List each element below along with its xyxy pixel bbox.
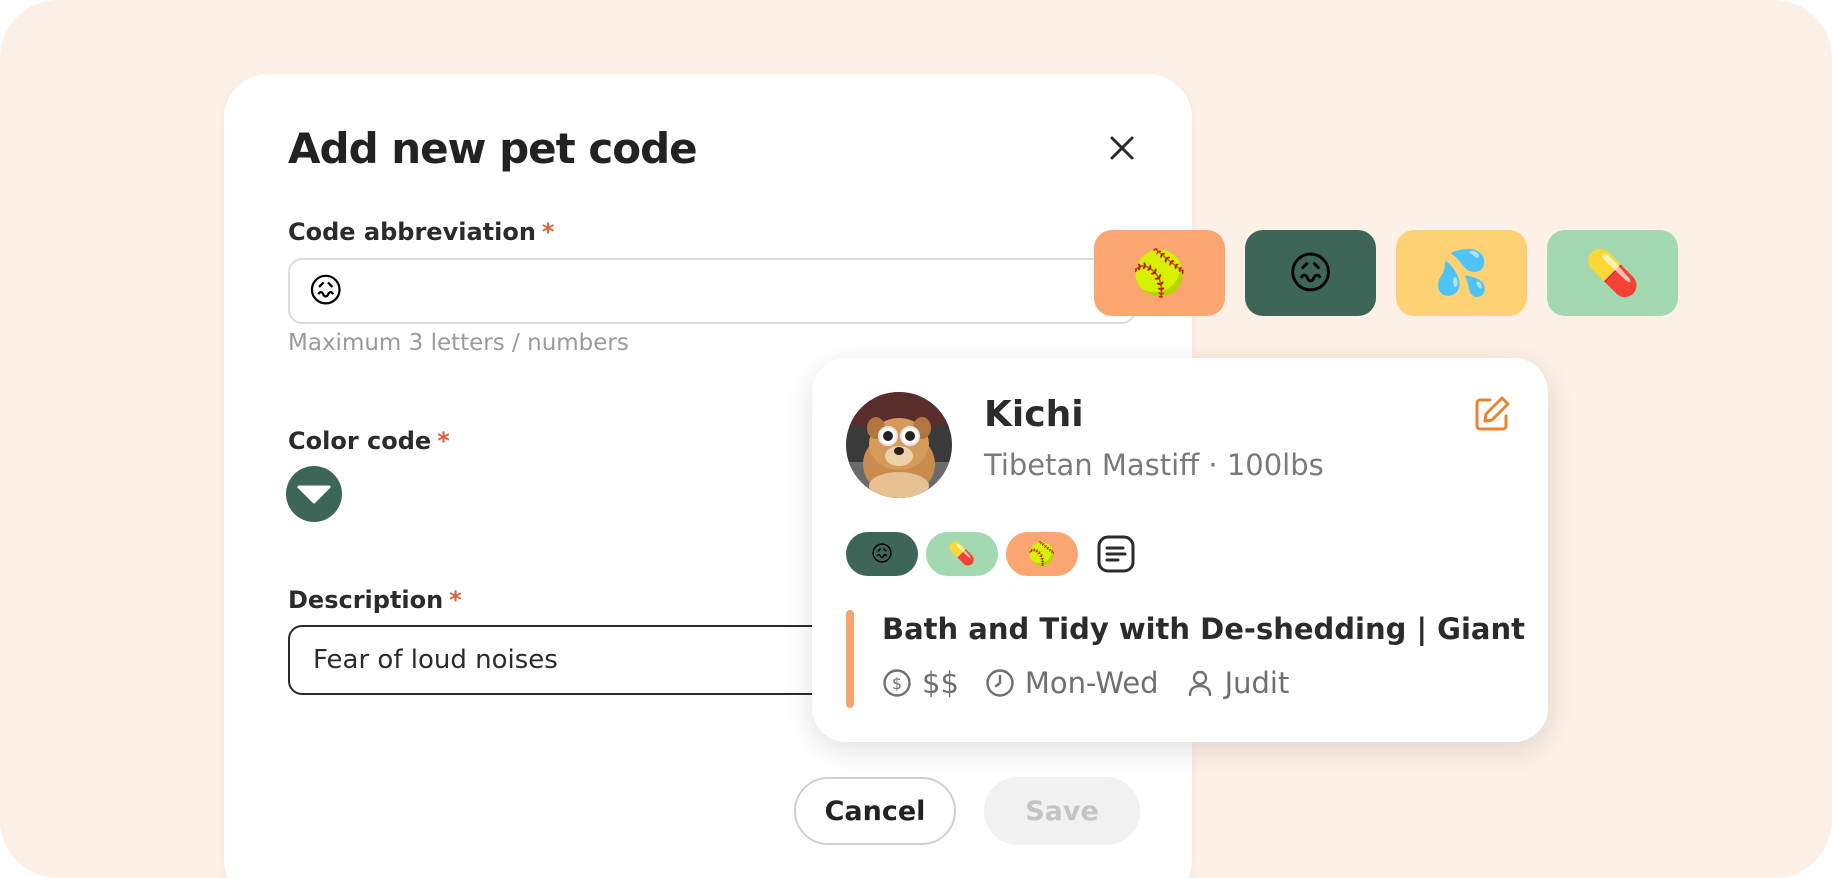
dollar-icon: $ [883,669,911,697]
confounded-face-icon: 😖 [1287,247,1334,299]
notes-button[interactable] [1096,534,1136,574]
description-label: Description * [288,586,462,614]
close-button[interactable] [1102,128,1142,168]
pill-icon: 💊 [1585,248,1640,299]
dog-photo [846,392,952,498]
code-abbreviation-value: 😖 [308,271,344,311]
sweat-droplets-icon: 💦 [1434,248,1489,299]
appointment-price: $ $$ [882,666,959,700]
color-code-picker[interactable] [286,466,342,522]
clock-icon [986,669,1014,697]
code-tile-pill[interactable]: 💊 [1547,230,1678,316]
appointment-staff-text: Judit [1224,666,1290,700]
user-icon [1188,670,1211,697]
pet-code-chip-softball[interactable]: 🥎 [1006,532,1078,576]
pet-avatar [846,392,952,498]
edit-icon [1475,396,1510,431]
softball-icon: 🥎 [1028,541,1056,567]
pet-code-chip-confounded[interactable]: 😖 [846,532,918,576]
color-code-label: Color code * [288,427,450,455]
softball-icon: 🥎 [1132,248,1187,299]
pet-code-chip-pill[interactable]: 💊 [926,532,998,576]
code-tile-confounded[interactable]: 😖 [1245,230,1376,316]
pet-card: Kichi Tibetan Mastiff · 100lbs 😖 💊 🥎 Bat… [812,358,1548,742]
code-tile-softball[interactable]: 🥎 [1094,230,1225,316]
pet-name: Kichi [984,394,1084,435]
modal-title: Add new pet code [288,124,698,173]
edit-pet-button[interactable] [1472,394,1512,434]
cancel-button[interactable]: Cancel [794,777,956,845]
appointment-accent-bar [846,610,854,708]
required-mark: * [449,586,462,614]
code-abbreviation-helper: Maximum 3 letters / numbers [288,330,629,356]
appointment-title: Bath and Tidy with De-shedding | Giant [882,612,1525,646]
code-abbreviation-label-text: Code abbreviation [288,218,536,246]
required-mark: * [437,427,450,455]
code-abbreviation-label: Code abbreviation * [288,218,554,246]
appointment-schedule: Mon-Wed [985,666,1159,700]
appointment-days-text: Mon-Wed [1024,666,1159,700]
description-value: Fear of loud noises [313,645,558,675]
description-label-text: Description [288,586,444,614]
code-tile-sweat[interactable]: 💦 [1396,230,1527,316]
chevron-down-icon [297,485,331,504]
appointment-price-text: $$ [922,666,959,700]
code-abbreviation-input[interactable]: 😖 [288,258,1136,324]
notes-icon [1097,535,1135,573]
pet-breed-weight: Tibetan Mastiff · 100lbs [984,448,1324,482]
confounded-face-icon: 😖 [870,541,894,567]
appointment-details: $ $$ Mon-Wed Judit [882,666,1315,700]
appointment-staff: Judit [1185,666,1290,700]
svg-text:$: $ [892,674,902,693]
required-mark: * [541,218,555,246]
save-button[interactable]: Save [984,777,1140,845]
color-code-label-text: Color code [288,427,432,455]
pill-icon: 💊 [948,541,976,567]
canvas-background: Add new pet code Code abbreviation * 😖 Ma… [0,0,1832,878]
close-icon [1110,136,1134,160]
